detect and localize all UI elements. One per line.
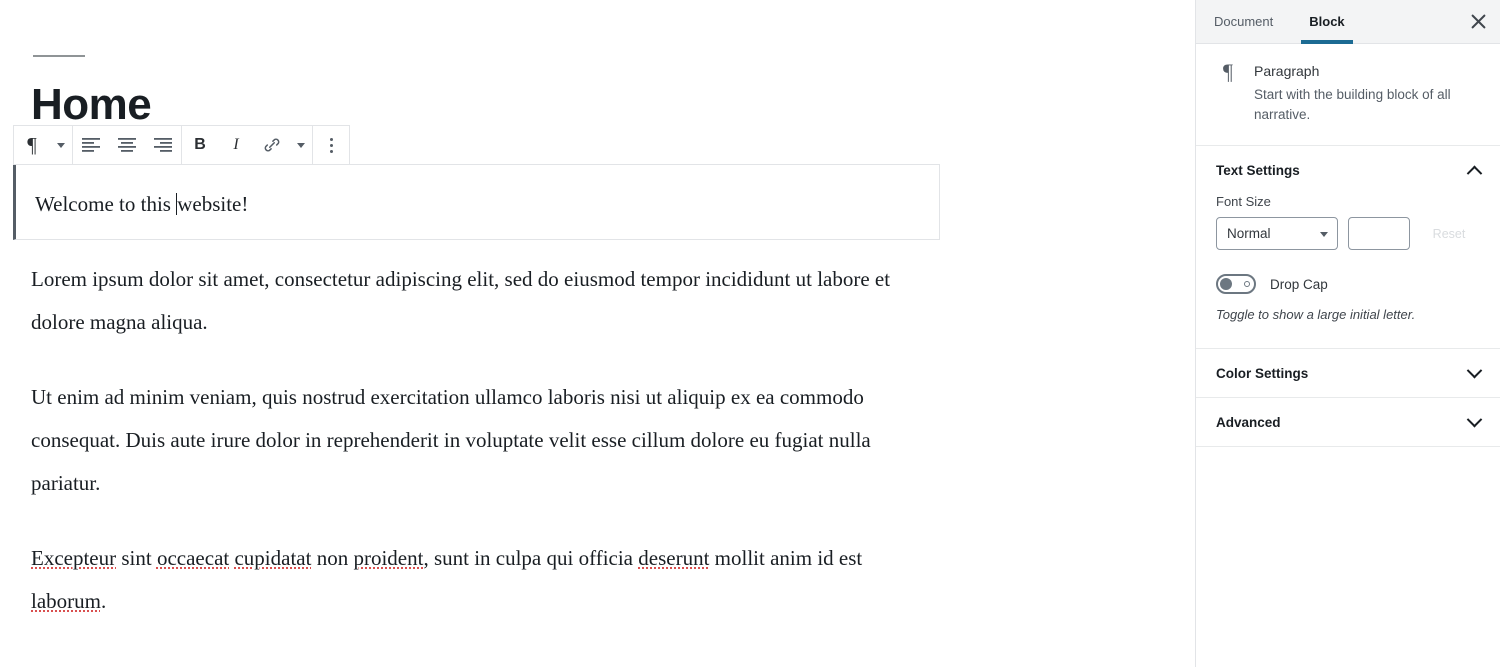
panel-advanced-title: Advanced bbox=[1216, 414, 1281, 430]
font-size-label: Font Size bbox=[1216, 194, 1271, 209]
paragraph-pilcrow-icon: ¶ bbox=[1223, 59, 1233, 84]
drop-cap-help-text: Toggle to show a large initial letter. bbox=[1216, 307, 1416, 322]
paragraph-text: . bbox=[100, 589, 107, 613]
close-sidebar-x-icon[interactable] bbox=[1456, 0, 1500, 43]
panel-advanced: Advanced bbox=[1196, 398, 1500, 447]
paragraph-text: Lorem ipsum dolor sit amet, consectetur … bbox=[31, 267, 891, 334]
italic-label: I bbox=[233, 136, 239, 153]
block-type-pilcrow-icon[interactable]: ¶ bbox=[14, 126, 50, 164]
block-card-description: Start with the building block of all nar… bbox=[1254, 87, 1451, 122]
selected-block-text-before-caret: Welcome to this bbox=[35, 192, 177, 216]
vertical-ellipsis-glyph bbox=[329, 137, 333, 153]
font-size-selected-value: Normal bbox=[1227, 226, 1271, 241]
italic-button[interactable]: I bbox=[218, 126, 254, 164]
misspelled-word: cupidatat bbox=[234, 546, 312, 570]
more-formats-chevron-down-icon[interactable] bbox=[290, 126, 312, 164]
selected-paragraph-block[interactable]: Welcome to this website! bbox=[13, 164, 940, 240]
chevron-down-icon bbox=[1320, 231, 1328, 237]
tab-document[interactable]: Document bbox=[1196, 0, 1291, 43]
panel-text-settings-header[interactable]: Text Settings bbox=[1196, 146, 1500, 194]
editor-canvas: Home ¶ B I Welcome to this website! Lore… bbox=[0, 0, 1195, 667]
close-x-svg bbox=[1471, 14, 1485, 29]
drop-cap-label: Drop Cap bbox=[1270, 276, 1328, 292]
selected-block-text-after-caret: website! bbox=[177, 192, 249, 216]
drop-cap-row: Drop Cap bbox=[1216, 274, 1480, 294]
sidebar-tabs: Document Block bbox=[1196, 0, 1500, 44]
chevron-down-glyph bbox=[57, 142, 65, 148]
permalink-placeholder-dash bbox=[33, 55, 85, 57]
chevron-down-icon bbox=[1466, 362, 1483, 378]
custom-font-size-input[interactable] bbox=[1348, 217, 1410, 250]
panel-color-settings: Color Settings bbox=[1196, 349, 1500, 398]
misspelled-word: occaecat bbox=[156, 546, 230, 570]
block-card-info: Paragraph Start with the building block … bbox=[1254, 61, 1480, 125]
align-left-svg bbox=[82, 138, 100, 152]
misspelled-word: Excepteur bbox=[31, 546, 117, 570]
selected-block-text[interactable]: Welcome to this website! bbox=[35, 189, 248, 219]
paragraph-text: non bbox=[311, 546, 354, 570]
link-svg bbox=[264, 138, 280, 152]
block-movers bbox=[0, 178, 2, 206]
font-size-controls: Normal Reset bbox=[1216, 217, 1480, 250]
more-options-vertical-ellipsis-icon[interactable] bbox=[313, 126, 349, 164]
post-body: Lorem ipsum dolor sit amet, consectetur … bbox=[31, 258, 931, 623]
link-icon[interactable] bbox=[254, 126, 290, 164]
drop-cap-toggle[interactable] bbox=[1216, 274, 1256, 294]
page-title[interactable]: Home bbox=[31, 80, 152, 130]
font-size-select[interactable]: Normal bbox=[1216, 217, 1338, 250]
settings-sidebar: Document Block ¶ Paragraph Start with th… bbox=[1195, 0, 1500, 667]
block-toolbar: ¶ B I bbox=[13, 125, 350, 165]
panel-text-settings-title: Text Settings bbox=[1216, 162, 1300, 178]
paragraph-text: sint bbox=[116, 546, 157, 570]
pilcrow-glyph: ¶ bbox=[27, 132, 37, 157]
toolbar-group-block-type: ¶ bbox=[14, 126, 73, 164]
align-right-svg bbox=[154, 138, 172, 152]
toolbar-group-formatting: B I bbox=[182, 126, 313, 164]
misspelled-word: proident bbox=[353, 546, 424, 570]
misspelled-word: deserunt bbox=[638, 546, 710, 570]
panel-color-settings-title: Color Settings bbox=[1216, 365, 1309, 381]
panel-text-settings-body: Font Size Normal Reset Drop Cap Toggle t… bbox=[1196, 194, 1500, 348]
tab-block[interactable]: Block bbox=[1291, 0, 1362, 44]
align-center-icon[interactable] bbox=[109, 126, 145, 164]
block-editor-screen: Home ¶ B I Welcome to this website! Lore… bbox=[0, 0, 1500, 667]
align-left-icon[interactable] bbox=[73, 126, 109, 164]
block-card: ¶ Paragraph Start with the building bloc… bbox=[1196, 44, 1500, 146]
chevron-down-glyph bbox=[297, 142, 305, 148]
chevron-up-icon bbox=[1466, 165, 1483, 181]
paragraph-block[interactable]: Excepteur sint occaecat cupidatat non pr… bbox=[31, 537, 931, 623]
panel-advanced-header[interactable]: Advanced bbox=[1196, 398, 1500, 446]
align-right-icon[interactable] bbox=[145, 126, 181, 164]
misspelled-word: laborum bbox=[31, 589, 101, 613]
panel-text-settings: Text Settings Font Size Normal Reset Dro… bbox=[1196, 146, 1500, 349]
font-size-reset-button[interactable]: Reset bbox=[1420, 219, 1478, 249]
paragraph-block[interactable]: Ut enim ad minim veniam, quis nostrud ex… bbox=[31, 376, 931, 505]
paragraph-block[interactable]: Lorem ipsum dolor sit amet, consectetur … bbox=[31, 258, 931, 344]
toggle-off-indicator bbox=[1244, 281, 1250, 287]
toolbar-group-more bbox=[313, 126, 349, 164]
paragraph-text: , sunt in culpa qui officia bbox=[423, 546, 639, 570]
toggle-knob bbox=[1220, 278, 1232, 290]
chevron-down-icon bbox=[1466, 411, 1483, 427]
bold-label: B bbox=[194, 136, 206, 153]
block-card-title: Paragraph bbox=[1254, 63, 1320, 79]
toolbar-group-alignment bbox=[73, 126, 182, 164]
paragraph-text: Ut enim ad minim veniam, quis nostrud ex… bbox=[31, 385, 871, 495]
block-type-chevron-down-icon[interactable] bbox=[50, 126, 72, 164]
paragraph-text: mollit anim id est bbox=[709, 546, 863, 570]
bold-button[interactable]: B bbox=[182, 126, 218, 164]
panel-color-settings-header[interactable]: Color Settings bbox=[1196, 349, 1500, 397]
align-center-svg bbox=[118, 138, 136, 152]
